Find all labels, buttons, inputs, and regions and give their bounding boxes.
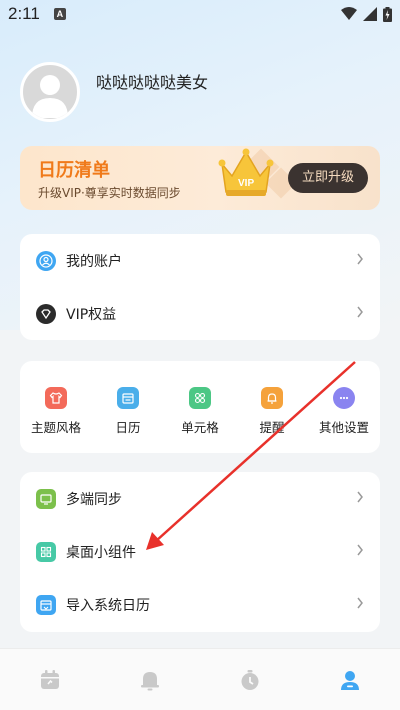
menu-item-label: 多端同步 xyxy=(66,491,122,508)
menu-item-import-system-calendar[interactable]: 导入系统日历 xyxy=(20,578,380,631)
grid-icon xyxy=(189,387,211,409)
bell-tab-icon xyxy=(141,671,159,690)
menu-item-label: 桌面小组件 xyxy=(66,544,136,561)
chevron-right-icon xyxy=(357,544,363,556)
menu-item-label: VIP权益 xyxy=(66,306,117,323)
signal-icon xyxy=(363,7,377,21)
settings-grid-card: 主题风格 日历 单元格 提醒 其他设置 xyxy=(20,361,380,453)
grid-item-label: 其他设置 xyxy=(318,420,369,435)
wifi-icon xyxy=(341,7,357,20)
bell-icon xyxy=(261,387,283,409)
menu-item-my-account[interactable]: 我的账户 xyxy=(20,234,380,287)
grid-item-label: 单元格 xyxy=(181,420,219,435)
vip-subtitle: 升级VIP·尊享实时数据同步 xyxy=(38,186,181,200)
grid-item-label: 日历 xyxy=(115,420,141,435)
default-avatar-icon xyxy=(32,75,68,118)
widget-icon xyxy=(36,541,56,562)
diamond-icon xyxy=(36,303,56,324)
status-indicators xyxy=(341,6,392,22)
chevron-right-icon xyxy=(357,253,363,265)
grid-item-cell[interactable]: 单元格 xyxy=(165,387,235,436)
status-bar: 2:11 A xyxy=(0,0,400,28)
chevron-right-icon xyxy=(357,491,363,503)
profile-header[interactable]: 哒哒哒哒哒美女 xyxy=(20,62,208,122)
more-icon xyxy=(333,387,355,409)
profile-tab-icon xyxy=(341,670,359,690)
status-time: 2:11 xyxy=(8,4,40,23)
upgrade-button[interactable]: 立即升级 xyxy=(288,163,368,193)
bottom-tab-bar xyxy=(0,648,400,710)
grid-item-theme[interactable]: 主题风格 xyxy=(21,387,91,436)
import-calendar-icon xyxy=(36,594,56,615)
notification-icon: A xyxy=(53,8,66,20)
chevron-right-icon xyxy=(357,597,363,609)
menu-item-label: 我的账户 xyxy=(66,253,122,270)
tab-timer[interactable] xyxy=(225,660,275,700)
grid-item-label: 主题风格 xyxy=(30,420,81,435)
menu-item-desktop-widget[interactable]: 桌面小组件 xyxy=(20,525,380,578)
chevron-right-icon xyxy=(357,306,363,318)
tab-calendar[interactable] xyxy=(25,660,75,700)
tab-profile[interactable] xyxy=(325,660,375,700)
menu-item-label: 导入系统日历 xyxy=(66,597,150,614)
grid-item-calendar[interactable]: 日历 xyxy=(93,387,163,436)
account-card: 我的账户 VIP权益 xyxy=(20,234,380,340)
vip-banner[interactable]: 日历清单 升级VIP·尊享实时数据同步 VIP 立即升级 xyxy=(20,146,380,210)
tab-reminders[interactable] xyxy=(125,660,175,700)
vip-title: 日历清单 xyxy=(38,160,110,181)
calendar-tab-icon xyxy=(41,669,59,689)
grid-item-label: 提醒 xyxy=(259,420,285,435)
crown-icon: VIP xyxy=(218,148,274,196)
shirt-icon xyxy=(45,387,67,409)
monitor-icon xyxy=(36,488,56,509)
avatar[interactable] xyxy=(20,62,80,122)
menu-item-vip-benefits[interactable]: VIP权益 xyxy=(20,287,380,340)
grid-item-other-settings[interactable]: 其他设置 xyxy=(309,387,379,436)
calendar-icon xyxy=(117,387,139,409)
grid-item-reminder[interactable]: 提醒 xyxy=(237,387,307,436)
timer-tab-icon xyxy=(241,669,259,690)
username: 哒哒哒哒哒美女 xyxy=(96,73,209,92)
sync-card: 多端同步 桌面小组件 导入系统日历 xyxy=(20,472,380,632)
battery-icon xyxy=(383,6,392,22)
crown-text: VIP xyxy=(238,178,254,189)
menu-item-multi-device-sync[interactable]: 多端同步 xyxy=(20,472,380,525)
user-icon xyxy=(36,250,56,271)
